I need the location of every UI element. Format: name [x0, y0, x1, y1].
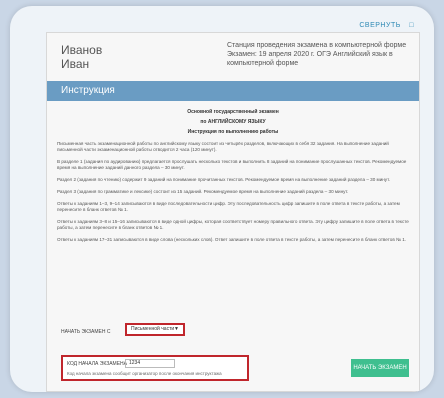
instruction-header: Инструкция [47, 81, 419, 101]
collapse-link[interactable]: СВЕРНУТЬ □ [359, 22, 414, 29]
station-info: Станция проведения экзамена в компьютерн… [227, 42, 407, 67]
start-part-value[interactable]: Письменной части [131, 326, 174, 332]
student-name: Иванов Иван [61, 43, 102, 71]
chevron-down-icon[interactable]: ▼ [174, 325, 179, 334]
start-part-label: НАЧАТЬ ЭКЗАМЕН С [61, 329, 111, 335]
exam-code-label: КОД НАЧАЛА ЭКЗАМЕНА [67, 361, 127, 367]
doc-paragraph: Раздел 3 (задания по грамматике и лексик… [57, 189, 349, 194]
first-name: Иванов [61, 43, 103, 57]
start-exam-button[interactable]: НАЧАТЬ ЭКЗАМЕН [351, 359, 409, 377]
doc-paragraph: Ответы к заданиям 17–31 записываются в в… [57, 237, 407, 242]
doc-paragraph: Раздел 2 (задания по чтению) содержит 9 … [57, 177, 390, 182]
doc-paragraph: Ответы к заданиям 1–3, 9–14 записываются… [57, 201, 400, 212]
doc-paragraph: Письменная часть экзаменационной работы … [57, 141, 389, 152]
doc-paragraph: Ответы к заданиям 3–8 и 15–16 записывают… [57, 219, 409, 230]
exam-code-hint: Код начала экзамена сообщит организатор … [67, 371, 222, 376]
instruction-document: Основной государственный экзамен по АНГЛ… [57, 109, 409, 243]
doc-paragraph: В разделе 1 (задания по аудированию) пре… [57, 159, 407, 170]
doc-title-line1: Основной государственный экзамен [187, 109, 279, 115]
start-part-select[interactable]: Письменной части ▼ [125, 323, 185, 336]
last-name: Иван [61, 57, 90, 71]
exam-code-input[interactable]: 1234 [125, 359, 175, 368]
window-icon[interactable]: □ [409, 22, 414, 29]
tablet-frame: СВЕРНУТЬ □ Иванов Иван Станция проведени… [10, 6, 434, 392]
doc-title-line3: Инструкция по выполнению работы [187, 129, 279, 135]
doc-title-line2: по АНГЛИЙСКОМУ ЯЗЫКУ [200, 119, 266, 125]
exam-code-box: КОД НАЧАЛА ЭКЗАМЕНА 1234 Код начала экза… [61, 355, 249, 381]
exam-panel: Иванов Иван Станция проведения экзамена … [46, 32, 420, 392]
collapse-label[interactable]: СВЕРНУТЬ [359, 22, 400, 29]
